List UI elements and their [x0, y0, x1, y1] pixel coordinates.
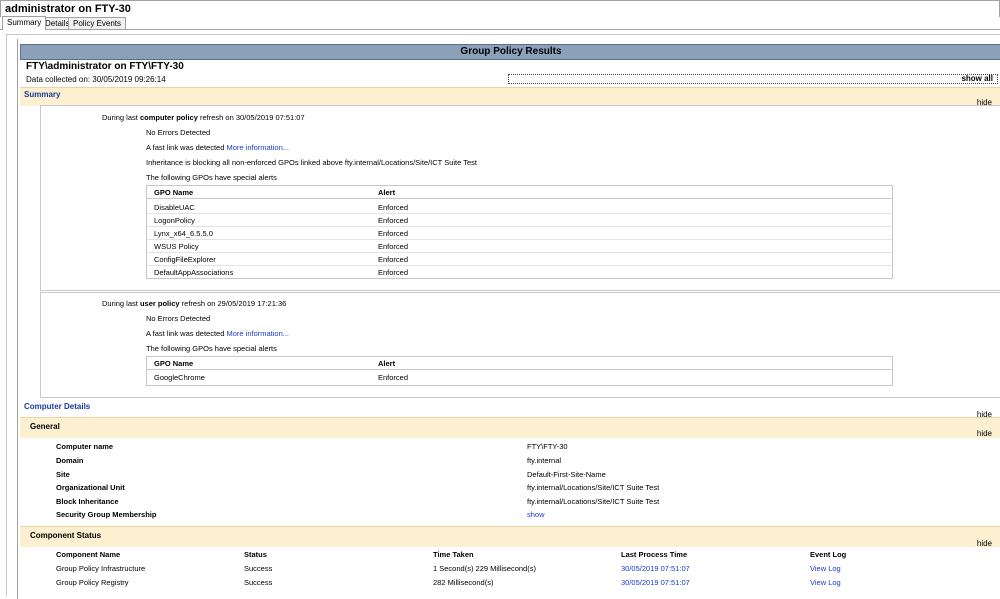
computer-alerts-table: GPO Name Alert DisableUAC Enforced Logon…: [146, 185, 893, 279]
user-fast-link-text: A fast link was detected: [146, 329, 225, 338]
user-no-errors: No Errors Detected: [146, 314, 211, 323]
column-header-alert: Alert: [378, 359, 396, 368]
report-viewport[interactable]: Group Policy Results FTY\administrator o…: [6, 34, 1000, 599]
row-divider: [147, 213, 892, 214]
tab-divider: [0, 29, 1000, 30]
computer-more-info-link[interactable]: More information...: [226, 143, 289, 152]
gpo-name: ConfigFileExplorer: [154, 255, 216, 264]
column-header-component-name: Component Name: [56, 550, 121, 559]
component-name: Group Policy Registry: [56, 578, 129, 587]
field-label: Computer name: [56, 442, 114, 451]
column-header-time-taken: Time Taken: [433, 550, 474, 559]
gpo-alert: Enforced: [378, 229, 409, 238]
gpo-alert: Enforced: [378, 373, 409, 382]
column-header-last-process-time: Last Process Time: [621, 550, 688, 559]
component-name: Group Policy Infrastructure: [56, 564, 146, 573]
tab-summary[interactable]: Summary: [2, 16, 47, 30]
component-time-taken: 1 Second(s) 229 Millisecond(s): [433, 564, 536, 573]
view-log-link[interactable]: View Log: [810, 578, 841, 587]
show-all-link[interactable]: show all: [508, 74, 998, 84]
general-hide-link[interactable]: hide: [977, 429, 992, 438]
user-policy-label: user policy: [139, 299, 180, 308]
gpo-name: WSUS Policy: [154, 242, 199, 251]
computer-alerts-intro: The following GPOs have special alerts: [146, 173, 277, 182]
row-divider: [147, 265, 892, 266]
tab-bar: Summary Details Policy Events: [0, 16, 1000, 30]
user-refresh-suffix: refresh on 29/05/2019 17:21:36: [181, 299, 287, 308]
gpo-name: GoogleChrome: [154, 373, 205, 382]
column-header-gpo-name: GPO Name: [154, 188, 194, 197]
computer-refresh-prefix: During last: [102, 113, 138, 122]
field-value: FTY\FTY-30: [527, 442, 568, 451]
row-divider: [147, 239, 892, 240]
gpo-name: Lynx_x64_6.5.5.0: [154, 229, 213, 238]
field-value: fty.internal/Locations/Site/ICT Suite Te…: [527, 497, 660, 506]
gpo-alert: Enforced: [378, 268, 409, 277]
report-banner: Group Policy Results: [20, 44, 1000, 60]
user-fast-link-line: A fast link was detected More informatio…: [146, 329, 289, 338]
gpo-alert: Enforced: [378, 255, 409, 264]
general-title: General: [30, 422, 60, 431]
gpo-name: LogonPolicy: [154, 216, 195, 225]
report-body: Group Policy Results FTY\administrator o…: [17, 39, 1000, 599]
general-section-header[interactable]: General hide: [20, 417, 1000, 438]
gpo-alert: Enforced: [378, 216, 409, 225]
field-label: Domain: [56, 456, 84, 465]
component-status-hide-link[interactable]: hide: [977, 539, 992, 548]
component-time-taken: 282 Millisecond(s): [433, 578, 494, 587]
gpo-name: DefaultAppAssociations: [154, 268, 234, 277]
data-collected-text: Data collected on: 30/05/2019 09:26:14: [26, 75, 166, 84]
column-header-gpo-name: GPO Name: [154, 359, 194, 368]
security-group-show-link[interactable]: show: [527, 510, 545, 519]
report-heading: FTY\administrator on FTY\FTY-30: [26, 61, 184, 72]
last-process-time-link[interactable]: 30/05/2019 07:51:07: [621, 578, 690, 587]
summary-section-header[interactable]: Summary hide: [20, 87, 1000, 107]
computer-refresh-line: During last computer policy refresh on 3…: [102, 113, 305, 122]
component-status: Success: [244, 578, 273, 587]
field-label: Block Inheritance: [56, 497, 119, 506]
computer-inheritance-text: Inheritance is blocking all non-enforced…: [146, 158, 478, 167]
user-more-info-link[interactable]: More information...: [226, 329, 289, 338]
window-title-bar: administrator on FTY-30: [0, 0, 1000, 17]
gpo-alert: Enforced: [378, 242, 409, 251]
last-process-time-link[interactable]: 30/05/2019 07:51:07: [621, 564, 690, 573]
component-status-header[interactable]: Component Status hide: [20, 526, 1000, 548]
user-refresh-prefix: During last: [102, 299, 138, 308]
user-alerts-table: GPO Name Alert GoogleChrome Enforced: [146, 356, 893, 386]
gpo-name: DisableUAC: [154, 203, 195, 212]
user-policy-panel: During last user policy refresh on 29/05…: [40, 292, 1000, 398]
table-header: GPO Name Alert: [147, 186, 892, 199]
row-divider: [147, 226, 892, 227]
field-label: Organizational Unit: [56, 483, 125, 492]
user-alerts-intro: The following GPOs have special alerts: [146, 344, 277, 353]
field-label: Security Group Membership: [56, 510, 157, 519]
component-status: Success: [244, 564, 273, 573]
gpo-alert: Enforced: [378, 203, 409, 212]
window-title: administrator on FTY-30: [5, 3, 131, 15]
computer-refresh-suffix: refresh on 30/05/2019 07:51:07: [199, 113, 305, 122]
computer-details-title: Computer Details: [24, 402, 91, 411]
computer-policy-label: computer policy: [139, 113, 198, 122]
field-value: fty.internal/Locations/Site/ICT Suite Te…: [527, 483, 660, 492]
row-divider: [147, 252, 892, 253]
summary-title: Summary: [24, 90, 61, 99]
field-label: Site: [56, 470, 70, 479]
computer-fast-link-text: A fast link was detected: [146, 143, 225, 152]
column-header-alert: Alert: [378, 188, 396, 197]
column-header-event-log: Event Log: [810, 550, 847, 559]
component-status-title: Component Status: [30, 531, 102, 540]
field-value: Default-First-Site-Name: [527, 470, 606, 479]
computer-fast-link-line: A fast link was detected More informatio…: [146, 143, 289, 152]
view-log-link[interactable]: View Log: [810, 564, 841, 573]
user-refresh-line: During last user policy refresh on 29/05…: [102, 299, 286, 308]
field-value: fty.internal: [527, 456, 562, 465]
column-header-status: Status: [244, 550, 267, 559]
computer-no-errors: No Errors Detected: [146, 128, 211, 137]
table-header: GPO Name Alert: [147, 357, 892, 370]
computer-policy-panel: During last computer policy refresh on 3…: [40, 105, 1000, 291]
